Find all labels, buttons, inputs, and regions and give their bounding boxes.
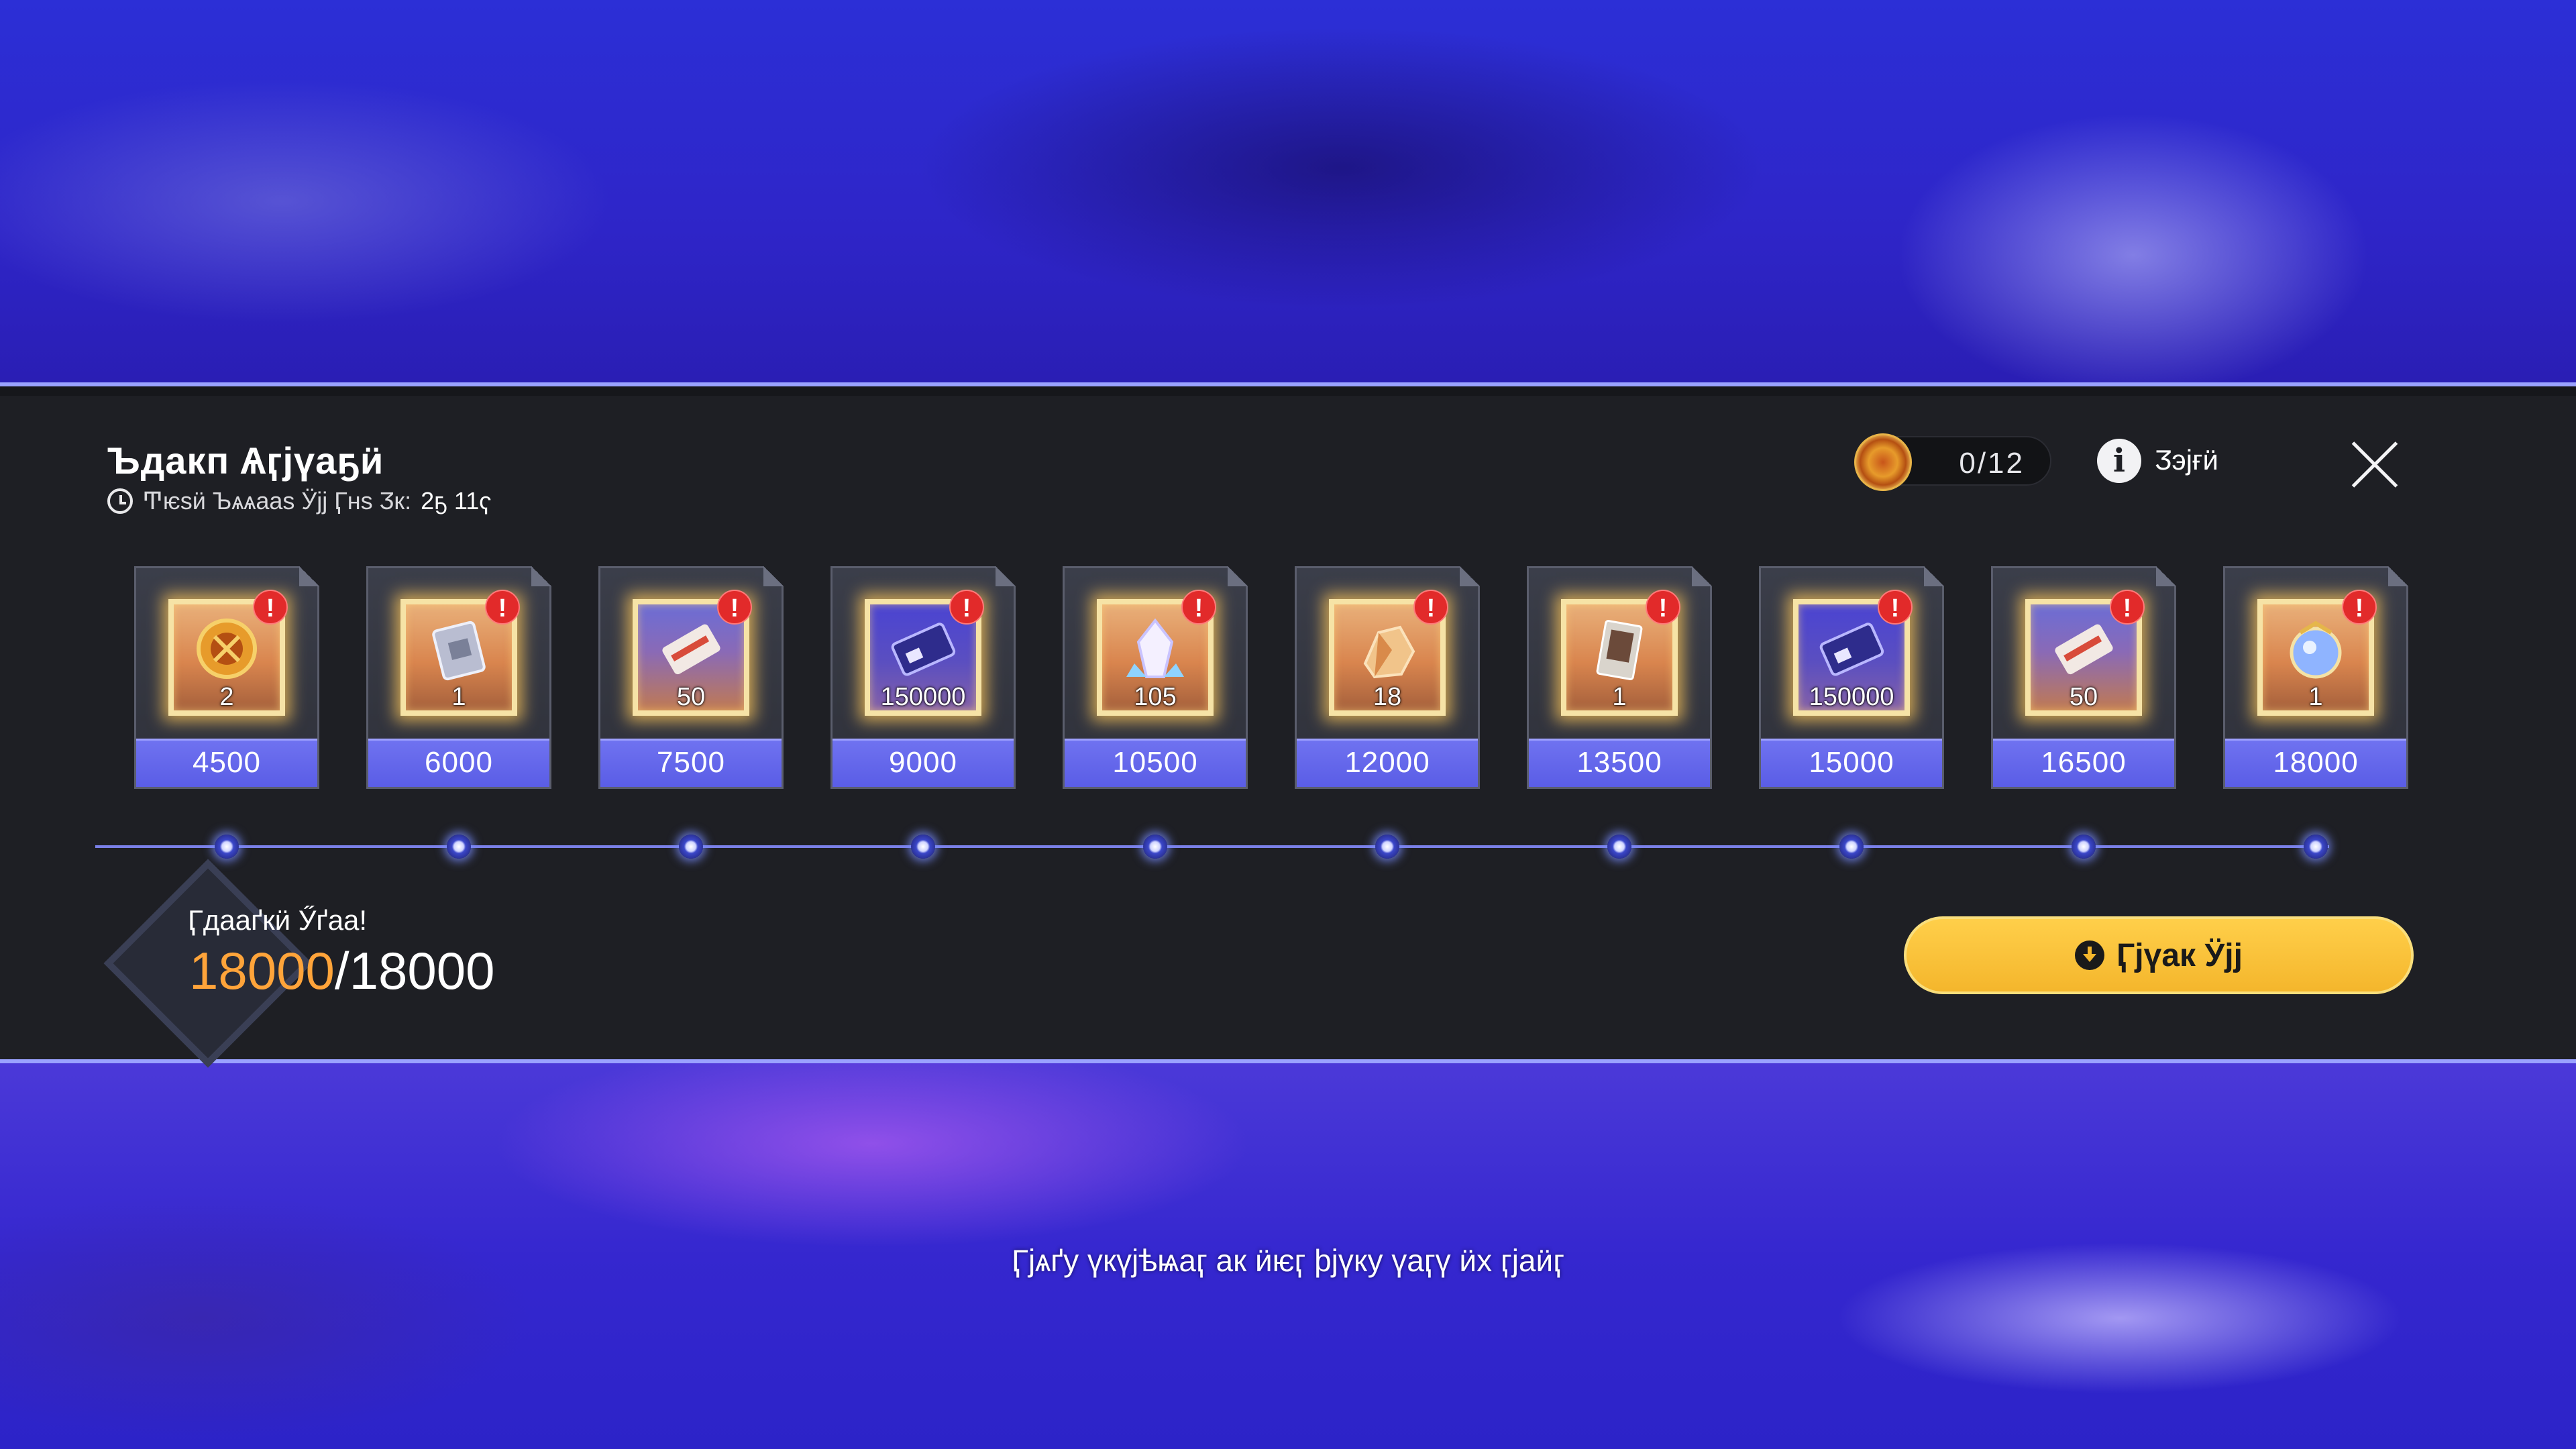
- reward-card[interactable]: 50! 7500: [598, 566, 784, 789]
- progress-track: [95, 845, 2329, 848]
- device-card-icon: [1584, 616, 1655, 681]
- reward-card[interactable]: 150000! 15000: [1759, 566, 1944, 789]
- reward-card[interactable]: 2! 4500: [134, 566, 319, 789]
- reward-points: 15000: [1761, 739, 1942, 787]
- reward-quantity: 50: [2069, 683, 2098, 711]
- progress-node: [2072, 835, 2096, 859]
- ticket-icon: [2048, 616, 2119, 681]
- reward-quantity: 18: [1373, 683, 1402, 711]
- alert-badge-icon: !: [949, 590, 984, 625]
- reward-card[interactable]: 1! 18000: [2223, 566, 2408, 789]
- reward-points: 12000: [1297, 739, 1478, 787]
- reward-points: 7500: [600, 739, 782, 787]
- reward-points: 4500: [136, 739, 317, 787]
- reward-quantity: 105: [1134, 683, 1177, 711]
- reward-quantity: 1: [1612, 683, 1627, 711]
- reward-card[interactable]: 1! 6000: [366, 566, 551, 789]
- alert-badge-icon: !: [2110, 590, 2145, 625]
- progress-node: [215, 835, 239, 859]
- reward-points: 13500: [1529, 739, 1710, 787]
- reward-card[interactable]: 105! 10500: [1063, 566, 1248, 789]
- reward-card[interactable]: 1! 13500: [1527, 566, 1712, 789]
- alert-badge-icon: !: [1413, 590, 1448, 625]
- progress-label: Ӷдааґкӥ Ӳґаа!: [188, 904, 368, 936]
- orb-icon: [2280, 616, 2351, 681]
- reward-points: 18000: [2225, 739, 2406, 787]
- ticket-icon: [655, 616, 727, 681]
- progress-node: [2304, 835, 2328, 859]
- progress-separator: /: [334, 941, 350, 1000]
- card-corner-fold: [1460, 566, 1480, 586]
- event-panel: Ъдакп Ѧӷjүаҕӥ Ͳѥѕӥ Ъѧѧааѕ Ӱјј Ӷнѕ Ӡк: 2ҕ…: [0, 382, 2576, 1068]
- crystal-icon: [1120, 616, 1191, 681]
- card-corner-fold: [531, 566, 551, 586]
- progress-node: [1607, 835, 1631, 859]
- progress-value: 18000/18000: [189, 941, 494, 1002]
- timer-value: 2ҕ 11ҁ: [421, 487, 492, 515]
- progress-node: [1143, 835, 1167, 859]
- background-top: [0, 0, 2576, 382]
- card-corner-fold: [996, 566, 1016, 586]
- progress-node: [1839, 835, 1864, 859]
- info-label[interactable]: Ӡэјғӥ: [2155, 444, 2218, 476]
- reward-quantity: 1: [2308, 683, 2323, 711]
- token-count: 0/12: [1959, 447, 2025, 480]
- card-corner-fold: [299, 566, 319, 586]
- close-icon[interactable]: [2348, 437, 2402, 491]
- download-icon: [2075, 941, 2105, 970]
- card-corner-fold: [2156, 566, 2176, 586]
- silver-token-icon: [423, 616, 494, 681]
- reward-quantity: 2: [219, 683, 234, 711]
- alert-badge-icon: !: [2342, 590, 2377, 625]
- card-corner-fold: [2388, 566, 2408, 586]
- info-icon[interactable]: i: [2097, 439, 2141, 483]
- progress-node: [447, 835, 471, 859]
- clock-icon: [107, 488, 133, 514]
- claim-all-label: Ӷјүак Ӱјј: [2116, 937, 2243, 973]
- footer-hint: Ӷјѧґу үкүјѣѩаӷ ак ӥѥӷ ϸјүку үаӷү ӥх ӷјаӥ…: [1012, 1243, 1564, 1278]
- progress-node: [1375, 835, 1399, 859]
- token-coin-icon: [1854, 433, 1912, 491]
- reward-card[interactable]: 50! 16500: [1991, 566, 2176, 789]
- event-title: Ъдакп Ѧӷjүаҕӥ: [107, 439, 384, 482]
- reward-quantity: 50: [676, 683, 706, 711]
- alert-badge-icon: !: [253, 590, 288, 625]
- token-counter: 0/12: [1854, 433, 2051, 491]
- progress-total: 18000: [349, 941, 495, 1000]
- event-timer: Ͳѥѕӥ Ъѧѧааѕ Ӱјј Ӷнѕ Ӡк: 2ҕ 11ҁ: [107, 487, 491, 515]
- card-corner-fold: [1228, 566, 1248, 586]
- ore-icon: [1352, 616, 1423, 681]
- reward-quantity: 150000: [880, 683, 966, 711]
- alert-badge-icon: !: [717, 590, 752, 625]
- progress-node: [679, 835, 703, 859]
- card-corner-fold: [1692, 566, 1712, 586]
- reward-card[interactable]: 18! 12000: [1295, 566, 1480, 789]
- alert-badge-icon: !: [1181, 590, 1216, 625]
- reward-points: 10500: [1065, 739, 1246, 787]
- credit-chip-icon: [1816, 616, 1887, 681]
- reward-points: 9000: [833, 739, 1014, 787]
- card-corner-fold: [1924, 566, 1944, 586]
- reward-card[interactable]: 150000! 9000: [830, 566, 1016, 789]
- credit-chip-icon: [888, 616, 959, 681]
- reward-quantity: 1: [451, 683, 466, 711]
- card-corner-fold: [763, 566, 784, 586]
- alert-badge-icon: !: [485, 590, 520, 625]
- timer-label: Ͳѥѕӥ Ъѧѧааѕ Ӱјј Ӷнѕ Ӡк:: [142, 487, 412, 515]
- emblem-coin-icon: [191, 616, 262, 681]
- claim-all-button[interactable]: Ӷјүак Ӱјј: [1904, 916, 2414, 994]
- alert-badge-icon: !: [1646, 590, 1680, 625]
- reward-points: 6000: [368, 739, 549, 787]
- reward-points: 16500: [1993, 739, 2174, 787]
- progress-node: [911, 835, 935, 859]
- reward-quantity: 150000: [1809, 683, 1894, 711]
- alert-badge-icon: !: [1878, 590, 1913, 625]
- progress-current: 18000: [189, 941, 335, 1000]
